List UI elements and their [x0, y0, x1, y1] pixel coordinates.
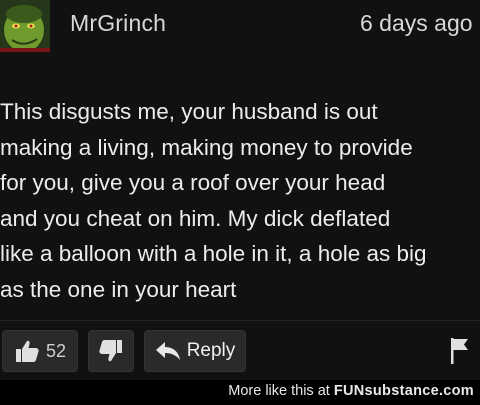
flag-icon — [451, 338, 468, 364]
comment-username[interactable]: MrGrinch — [70, 10, 166, 37]
thumbs-down-icon — [99, 340, 122, 362]
thumbs-up-icon — [15, 340, 39, 362]
watermark-footer: More like this at FUNsubstance.com — [0, 380, 480, 405]
action-divider — [0, 320, 480, 321]
comment-body-line: making a living, making money to provide — [0, 134, 413, 160]
comment-timestamp: 6 days ago — [360, 10, 473, 36]
watermark-brand: FUNsubstance.com — [333, 383, 474, 399]
grinch-avatar-icon — [0, 0, 50, 52]
comment-body-line: and you cheat on him. My dick deflated — [0, 205, 391, 231]
watermark-prefix: More like this at — [228, 383, 330, 399]
comment-body-line: as the one in your heart — [0, 276, 237, 302]
comment-body: This disgusts me, your husband is out ma… — [0, 94, 480, 307]
flag-button[interactable] — [440, 330, 480, 372]
comment-body-line: for you, give you a roof over your head — [0, 170, 386, 195]
reply-button[interactable]: Reply — [144, 330, 246, 372]
like-count: 52 — [45, 340, 67, 361]
like-button[interactable]: 52 — [2, 330, 78, 372]
comment-body-line: This disgusts me, your husband is out — [0, 99, 378, 124]
reply-arrow-icon — [155, 342, 180, 360]
dislike-button[interactable] — [88, 330, 134, 372]
reply-label: Reply — [186, 340, 236, 361]
comment-body-line: like a balloon with a hole in it, a hole… — [0, 241, 427, 266]
watermark-text[interactable]: More like this at FUNsubstance.com — [228, 383, 474, 399]
comment-card: MrGrinch 6 days ago This disgusts me, yo… — [0, 0, 480, 380]
user-avatar[interactable] — [0, 0, 50, 52]
